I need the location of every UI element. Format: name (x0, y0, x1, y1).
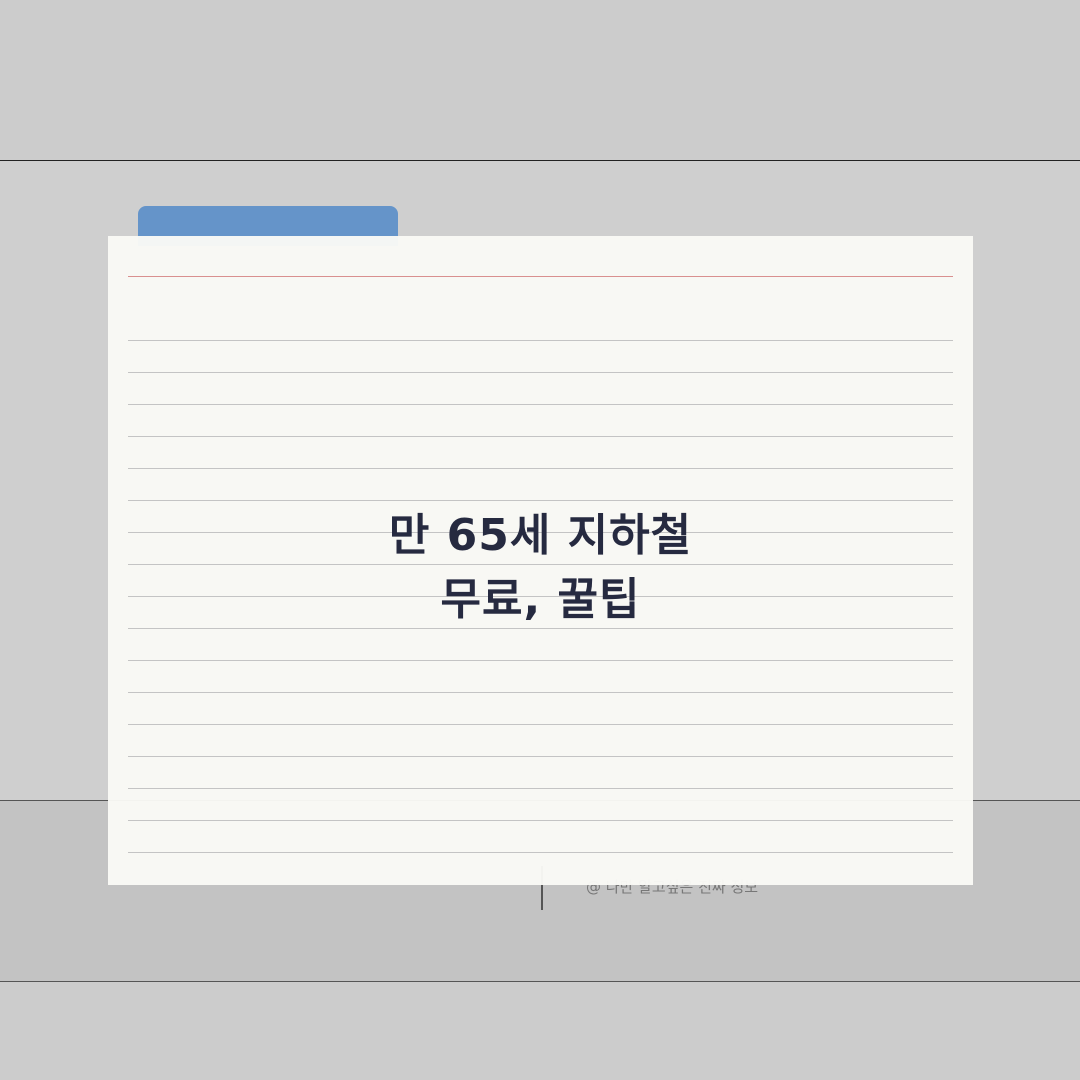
index-card: 만 65세 지하철 무료, 꿀팁 (108, 236, 973, 885)
card-rule-line (128, 724, 953, 725)
card-rule-line (128, 820, 953, 821)
card-rule-line (128, 340, 953, 341)
card-rule-line (128, 788, 953, 789)
card-title-line-1: 만 65세 지하철 (388, 510, 693, 561)
card-rule-line (128, 756, 953, 757)
card-rule-line (128, 500, 953, 501)
card-rule-line (128, 372, 953, 373)
card-rule-line (128, 468, 953, 469)
card-rule-line (128, 852, 953, 853)
card-title-line-2: 무료, 꿀팁 (440, 574, 641, 625)
card-rule-line (128, 692, 953, 693)
card-rule-line (128, 436, 953, 437)
card-rule-line (128, 660, 953, 661)
card-rule-line (128, 404, 953, 405)
card-title: 만 65세 지하철 무료, 꿀팁 (108, 504, 973, 632)
card-margin-line (128, 276, 953, 277)
top-band (0, 0, 1080, 160)
foot-band (0, 982, 1080, 1080)
